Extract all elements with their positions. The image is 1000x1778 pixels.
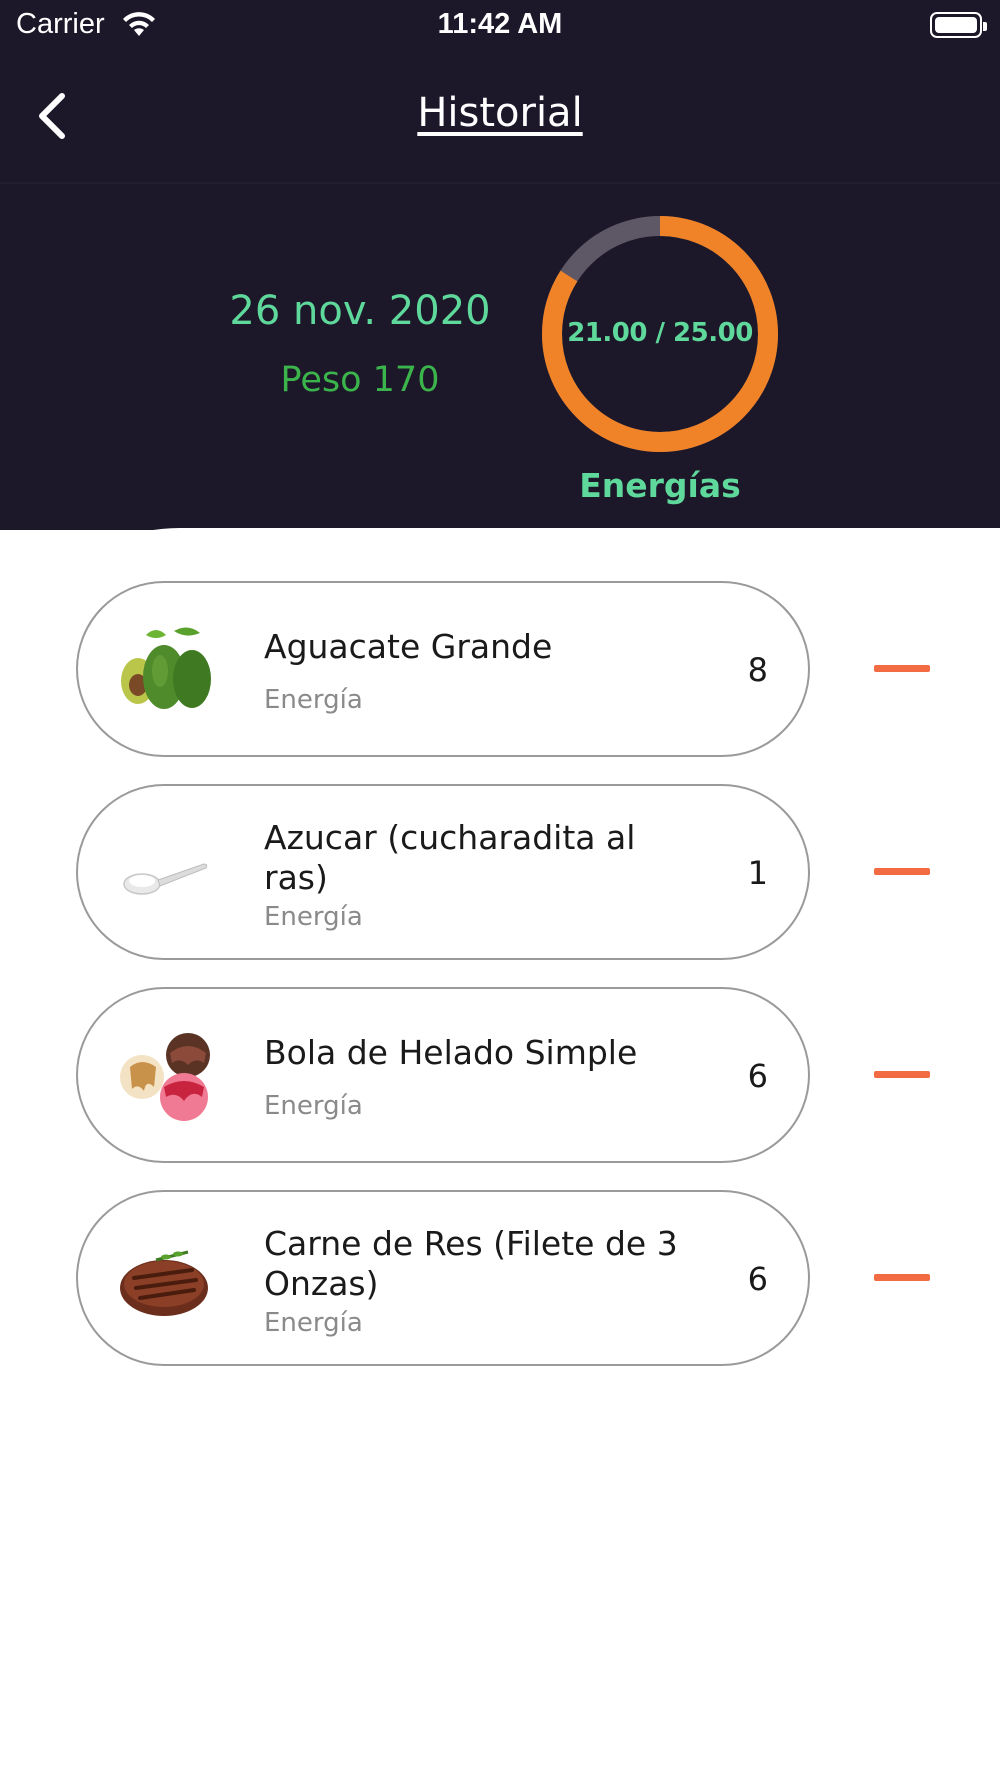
avocado-icon	[121, 627, 211, 709]
list-item[interactable]: Carne de Res (Filete de 3 Onzas) Energía…	[76, 1190, 810, 1366]
minus-icon	[874, 1071, 930, 1078]
item-name: Carne de Res (Filete de 3 Onzas)	[264, 1224, 678, 1303]
list-item[interactable]: Aguacate Grande Energía 8	[76, 581, 810, 757]
nav-bar: Historial	[0, 60, 1000, 170]
item-category: Energía	[264, 1308, 363, 1338]
minus-icon	[874, 868, 930, 875]
minus-icon	[874, 665, 930, 672]
steak-icon	[120, 1250, 208, 1316]
item-category: Energía	[264, 902, 363, 932]
remove-item-button[interactable]	[860, 1045, 930, 1105]
status-time: 11:42 AM	[437, 8, 563, 40]
history-date: 26 nov. 2020	[229, 288, 491, 334]
battery-icon	[930, 12, 987, 38]
ice-cream-icon	[120, 1033, 210, 1121]
item-quantity: 8	[747, 651, 768, 689]
progress-label: Energías	[579, 466, 741, 505]
status-bar: Carrier 11:42 AM	[0, 0, 1000, 50]
header: Carrier 11:42 AM Historial 26 nov. 2020 …	[0, 0, 1000, 530]
item-quantity: 6	[747, 1057, 768, 1095]
nav-divider	[0, 182, 1000, 184]
remove-item-button[interactable]	[860, 842, 930, 902]
item-name: Azucar (cucharadita al ras)	[264, 818, 636, 897]
remove-item-button[interactable]	[860, 1248, 930, 1308]
item-quantity: 6	[747, 1260, 768, 1298]
item-quantity: 1	[747, 854, 768, 892]
list-item[interactable]: Azucar (cucharadita al ras) Energía 1	[76, 784, 810, 960]
page-title: Historial	[417, 90, 583, 136]
progress-value: 21.00 / 25.00	[567, 318, 753, 348]
item-category: Energía	[264, 685, 363, 715]
item-name: Bola de Helado Simple	[264, 1033, 638, 1072]
sugar-spoon-icon	[123, 863, 208, 895]
remove-item-button[interactable]	[860, 639, 930, 699]
item-category: Energía	[264, 1091, 363, 1121]
list-item[interactable]: Bola de Helado Simple Energía 6	[76, 987, 810, 1163]
items-panel: Aguacate Grande Energía 8 Azucar (cuchar…	[0, 528, 1000, 1778]
item-name: Aguacate Grande	[264, 627, 553, 666]
minus-icon	[874, 1274, 930, 1281]
weight-label: Peso 170	[280, 360, 440, 400]
